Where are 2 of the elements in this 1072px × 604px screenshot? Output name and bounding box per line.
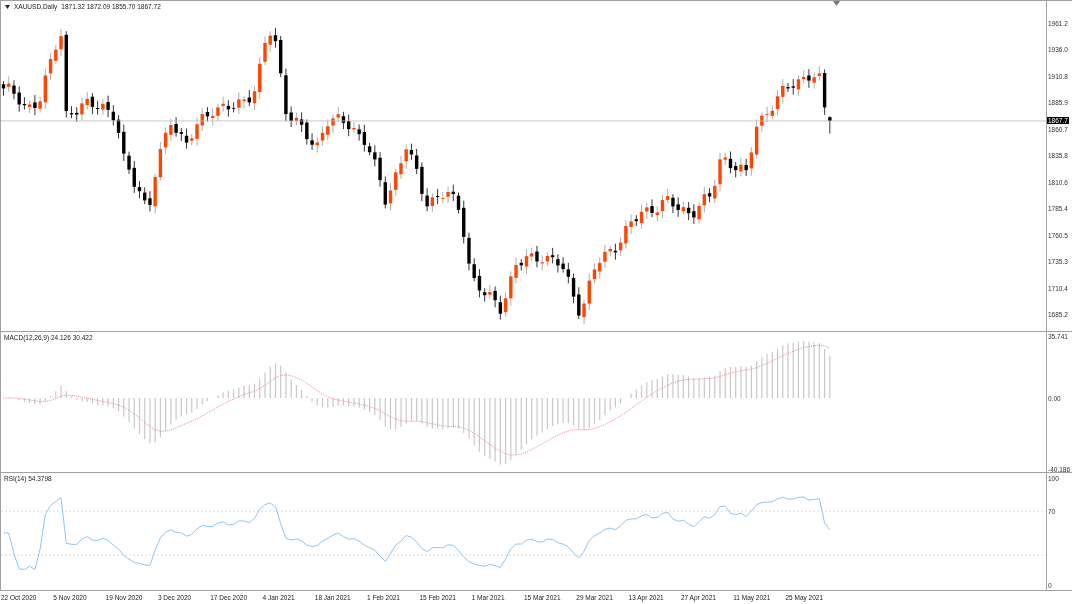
chart-shift-triangle-icon[interactable]	[833, 1, 840, 6]
dropdown-triangle-icon[interactable]	[5, 4, 10, 9]
